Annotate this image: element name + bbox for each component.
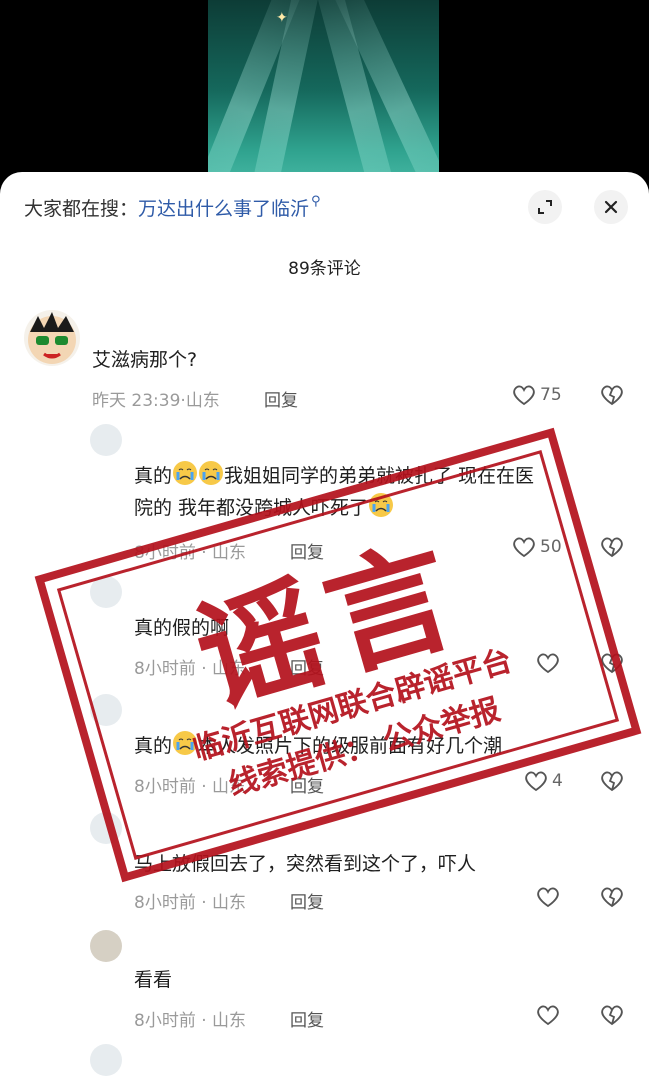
heart-icon (525, 771, 547, 792)
heart-icon (513, 537, 535, 558)
reply-button[interactable]: 回复 (290, 888, 324, 913)
heart-icon (513, 385, 535, 406)
dislike-button[interactable] (600, 536, 624, 562)
comment-meta: 8小时前 · 山东 (134, 543, 247, 563)
like-count: 50 (540, 537, 562, 557)
heart-icon (537, 1005, 559, 1026)
comment-meta: 8小时前 · 山东 (134, 777, 247, 797)
close-button[interactable] (594, 190, 628, 224)
avatar[interactable] (90, 812, 122, 844)
search-suggestion[interactable]: 大家都在搜：万达出什么事了临沂 ⚲ (24, 194, 321, 221)
like-button[interactable]: 4 (524, 770, 563, 792)
comment-time: 昨天 23:39 (92, 391, 181, 411)
comment-text: 真的假的啊 (134, 617, 230, 639)
comment-meta: 8小时前 · 山东 (134, 893, 247, 913)
comment-text: 马上放假回去了，突然看到这个了，吓人 (134, 853, 477, 875)
dislike-button[interactable] (600, 384, 624, 410)
reply-button[interactable]: 回复 (290, 772, 324, 797)
heart-icon (537, 887, 559, 908)
avatar[interactable] (90, 930, 122, 962)
reply-button[interactable]: 回复 (290, 538, 324, 563)
avatar[interactable] (90, 694, 122, 726)
avatar[interactable] (24, 310, 80, 366)
comment-text: 真的 我姐姐同学的弟弟就被扎了 现在在医 院的 我年都没跨城人吓死了 (134, 460, 534, 524)
close-icon (604, 200, 618, 214)
like-count: 4 (552, 771, 563, 791)
crying-emoji-icon (172, 730, 198, 756)
comments-sheet: 大家都在搜：万达出什么事了临沂 ⚲ 89条评论 艾滋病那个? 昨天 23:39·山… (0, 172, 649, 1079)
broken-heart-icon (601, 771, 623, 792)
dislike-button[interactable] (600, 770, 624, 796)
comment-text: 看看 (134, 969, 173, 991)
broken-heart-icon (601, 537, 623, 558)
crying-emoji-icon (198, 460, 224, 486)
search-query-link[interactable]: 万达出什么事了临沂 (138, 198, 309, 220)
comment-count: 89条评论 (288, 259, 361, 279)
like-button[interactable] (536, 1004, 560, 1026)
reply-button[interactable]: 回复 (290, 1006, 324, 1031)
broken-heart-icon (601, 385, 623, 406)
expand-button[interactable] (528, 190, 562, 224)
comment-meta: 昨天 23:39·山东 (92, 391, 220, 411)
broken-heart-icon (601, 1005, 623, 1026)
broken-heart-icon (601, 653, 623, 674)
search-prefix: 大家都在搜： (24, 198, 139, 220)
crying-emoji-icon (368, 492, 394, 518)
video-frame: ✦ (208, 0, 439, 200)
like-button[interactable] (536, 886, 560, 908)
like-button[interactable]: 50 (512, 536, 562, 558)
crying-emoji-icon (172, 460, 198, 486)
avatar[interactable] (90, 1044, 122, 1076)
comment-text: 真的 本人发照片下的级服前面有好几个潮 (134, 730, 502, 762)
comment-meta: 8小时前 · 山东 (134, 659, 247, 679)
comment-text: 艾滋病那个? (92, 349, 198, 371)
heart-icon (537, 653, 559, 674)
avatar[interactable] (90, 424, 122, 456)
like-button[interactable]: 75 (512, 384, 562, 406)
like-button[interactable] (536, 652, 560, 674)
dislike-button[interactable] (600, 652, 624, 678)
avatar[interactable] (90, 576, 122, 608)
dislike-button[interactable] (600, 886, 624, 912)
comment-meta: 8小时前 · 山东 (134, 1011, 247, 1031)
like-count: 75 (540, 385, 562, 405)
reply-button[interactable]: 回复 (264, 386, 298, 411)
comment-location: 山东 (185, 391, 220, 411)
reply-button[interactable]: 回复 (290, 654, 324, 679)
video-player[interactable]: ✦ (0, 0, 649, 200)
light-icon: ✦ (276, 10, 288, 26)
broken-heart-icon (601, 887, 623, 908)
expand-icon (538, 200, 552, 214)
dislike-button[interactable] (600, 1004, 624, 1030)
search-icon: ⚲ (311, 194, 321, 209)
